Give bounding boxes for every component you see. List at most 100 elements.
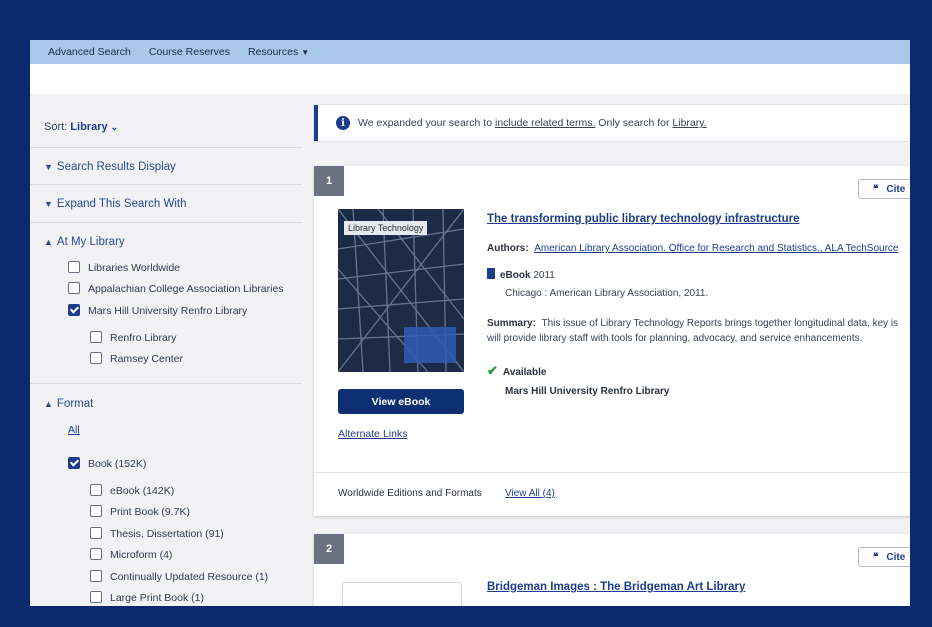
result-title[interactable]: The transforming public library technolo… — [487, 213, 799, 225]
filter-renfro-library[interactable]: Renfro Library — [90, 331, 177, 344]
quote-icon: ❝ — [873, 183, 879, 195]
format-all-link[interactable]: All — [68, 424, 80, 436]
editions-footer: Worldwide Editions and Formats View All … — [314, 472, 910, 517]
result-card-1: 1 ❝ Cite Library Technology The transfor… — [314, 166, 910, 516]
filter-label: Libraries Worldwide — [88, 262, 181, 274]
result-number: 1 — [314, 166, 344, 196]
filter-microform[interactable]: Microform (4) — [90, 548, 172, 561]
filter-label: Ramsey Center — [110, 353, 183, 365]
cite-label: Cite — [886, 551, 906, 563]
sort-control[interactable]: Sort: Library ⌄ — [44, 121, 118, 133]
facet-label: Search Results Display — [56, 161, 176, 173]
quote-icon: ❝ — [873, 551, 879, 563]
filter-thesis[interactable]: Thesis, Dissertation (91) — [90, 527, 224, 540]
filter-label: Continually Updated Resource (1) — [110, 571, 269, 583]
filter-label: Appalachian College Association Librarie… — [88, 283, 284, 295]
nav-advanced-search[interactable]: Advanced Search — [48, 46, 131, 58]
chevron-up-icon: ▲ — [44, 237, 53, 247]
checkbox[interactable] — [90, 352, 102, 364]
chevron-down-icon: ▼ — [44, 199, 53, 209]
result-summary-line-2: will provide library staff with tools fo… — [487, 333, 863, 344]
filter-mars-hill-renfro[interactable]: Mars Hill University Renfro Library — [68, 304, 247, 317]
filter-sidebar: Sort: Library ⌄ ▼ Search Results Display … — [30, 94, 302, 606]
result-title[interactable]: Bridgeman Images : The Bridgeman Art Lib… — [487, 581, 745, 593]
filter-label: Mars Hill University Renfro Library — [88, 305, 248, 317]
only-search-library-link[interactable]: Library. — [672, 117, 706, 129]
ebook-icon — [487, 268, 495, 279]
facet-format[interactable]: ▲ Format — [44, 398, 93, 410]
filter-label: Microform (4) — [110, 549, 173, 561]
filter-label: Thesis, Dissertation (91) — [110, 528, 224, 540]
filter-appalachian-college[interactable]: Appalachian College Association Librarie… — [68, 282, 284, 295]
result-summary-line-1: Summary: This issue of Library Technolog… — [487, 318, 898, 329]
checkbox[interactable] — [90, 331, 102, 343]
editions-label: Worldwide Editions and Formats — [338, 488, 482, 499]
nav-resources[interactable]: Resources ▼ — [248, 46, 309, 58]
checkbox[interactable] — [90, 505, 102, 517]
result-format: eBook 2011 — [487, 268, 555, 281]
format-year: 2011 — [533, 270, 555, 281]
top-navigation: Advanced Search Course Reserves Resource… — [30, 40, 910, 64]
checkbox[interactable] — [90, 548, 102, 560]
notice-middle: Only search for — [598, 117, 670, 129]
info-icon: i — [336, 116, 350, 130]
filter-ramsey-center[interactable]: Ramsey Center — [90, 352, 183, 365]
filter-book[interactable]: Book (152K) — [68, 457, 146, 470]
filter-label: Renfro Library — [110, 332, 177, 344]
checkmark-icon: ✔ — [487, 363, 498, 378]
availability-label: Available — [502, 367, 547, 378]
checkbox[interactable] — [90, 527, 102, 539]
facet-search-results-display[interactable]: ▼ Search Results Display — [44, 161, 176, 173]
result-publisher: Chicago : American Library Association, … — [505, 288, 709, 299]
chevron-down-icon: ⌄ — [110, 122, 119, 132]
divider — [30, 383, 302, 384]
checkbox[interactable] — [68, 282, 80, 294]
filter-label: Print Book (9.7K) — [110, 506, 190, 518]
book-cover-image[interactable]: Library Technology — [338, 209, 464, 372]
facet-at-my-library[interactable]: ▲ At My Library — [44, 236, 125, 248]
divider — [30, 147, 302, 148]
checkbox[interactable] — [68, 261, 80, 273]
alternate-links[interactable]: Alternate Links — [338, 428, 407, 440]
filter-continually-updated[interactable]: Continually Updated Resource (1) — [90, 570, 268, 583]
cite-button[interactable]: ❝ Cite — [858, 547, 910, 567]
facet-expand-search[interactable]: ▼ Expand This Search With — [44, 198, 186, 210]
search-expansion-notice: i We expanded your search to include rel… — [314, 105, 910, 141]
result-number: 2 — [314, 534, 344, 564]
facet-label: Expand This Search With — [56, 198, 187, 210]
chevron-down-icon: ▼ — [44, 162, 53, 172]
format-label: eBook — [500, 270, 531, 281]
holding-library-label: Mars Hill University Renfro Library — [505, 386, 670, 397]
availability-status: ✔ Available — [487, 363, 546, 379]
nav-course-reserves[interactable]: Course Reserves — [149, 46, 230, 58]
filter-large-print[interactable]: Large Print Book (1) — [90, 591, 204, 604]
checkbox[interactable] — [90, 591, 102, 603]
chevron-down-icon: ▼ — [301, 48, 310, 57]
view-all-editions-link[interactable]: View All (4) — [505, 488, 555, 499]
facet-label: At My Library — [56, 236, 125, 248]
facet-label: Format — [56, 398, 94, 410]
checkbox[interactable] — [90, 570, 102, 582]
authors-link[interactable]: American Library Association. Office for… — [534, 243, 898, 254]
authors-label: Authors: — [487, 243, 529, 254]
filter-label: Large Print Book (1) — [110, 592, 204, 604]
filter-ebook[interactable]: eBook (142K) — [90, 484, 174, 497]
result-card-2: 2 ❝ Cite Bridgeman Images : The Bridgeman… — [314, 534, 910, 606]
checkbox[interactable] — [90, 484, 102, 496]
checkbox-checked[interactable] — [68, 457, 80, 469]
notice-prefix: We expanded your search to — [358, 117, 493, 129]
app-screen: Advanced Search Course Reserves Resource… — [30, 40, 910, 606]
cite-button[interactable]: ❝ Cite — [858, 179, 910, 199]
divider — [30, 222, 302, 223]
holding-library: Mars Hill University Renfro Library — [505, 386, 670, 397]
filter-print-book[interactable]: Print Book (9.7K) — [90, 505, 190, 518]
filter-label: Book (152K) — [88, 458, 147, 470]
view-ebook-button[interactable]: View eBook — [338, 389, 464, 414]
header-band — [30, 64, 910, 94]
divider — [30, 184, 302, 185]
include-related-terms-link[interactable]: include related terms. — [495, 117, 595, 129]
cover-placeholder — [342, 582, 462, 606]
filter-libraries-worldwide[interactable]: Libraries Worldwide — [68, 261, 180, 274]
nav-resources-label: Resources — [248, 46, 299, 58]
checkbox-checked[interactable] — [68, 304, 80, 316]
